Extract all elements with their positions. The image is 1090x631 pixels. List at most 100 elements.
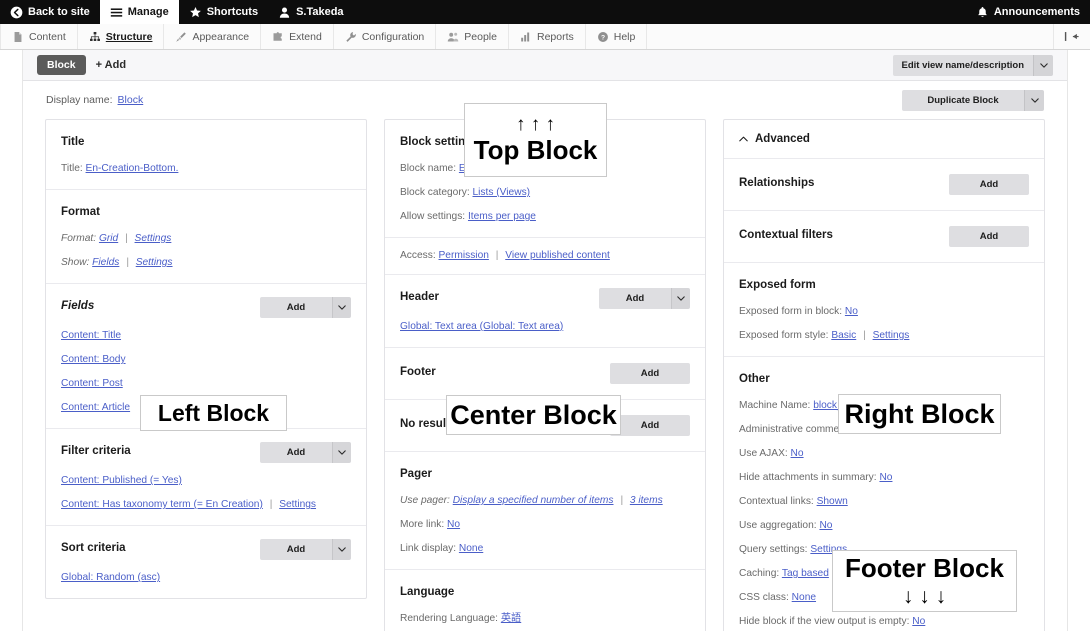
rendering-language-row: Rendering Language: 英語 xyxy=(400,612,690,625)
duplicate-block-button[interactable]: Duplicate Block xyxy=(902,89,1044,111)
filter-add-dropdown[interactable] xyxy=(332,442,351,463)
other-row-value[interactable]: No xyxy=(819,520,832,531)
admin-toolbar: Back to site Manage Shortcuts S.Takeda A… xyxy=(0,0,1090,24)
sort-add-button[interactable]: Add xyxy=(260,539,351,560)
add-display-button[interactable]: + Add xyxy=(96,59,126,71)
menu-item-appearance[interactable]: Appearance xyxy=(164,24,262,49)
menu-item-appearance-label: Appearance xyxy=(192,30,250,43)
field-item-link[interactable]: Content: Article xyxy=(61,402,130,413)
show-row-settings[interactable]: Settings xyxy=(136,257,173,268)
title-row-value[interactable]: En-Creation-Bottom. xyxy=(86,163,179,174)
duplicate-block-dropdown[interactable] xyxy=(1024,89,1044,111)
chevron-down-icon xyxy=(338,305,346,310)
sort-criteria-head: Sort criteria Add xyxy=(61,539,351,560)
menu-item-help[interactable]: ? Help xyxy=(586,24,648,49)
puzzle-icon xyxy=(272,31,284,43)
menu-item-extend[interactable]: Extend xyxy=(261,24,334,49)
footer-add-button[interactable]: Add xyxy=(610,363,690,384)
menu-item-reports-label: Reports xyxy=(536,30,574,43)
access-extra-link[interactable]: View published content xyxy=(505,250,610,261)
edit-view-name-button[interactable]: Edit view name/description xyxy=(892,54,1053,76)
menu-item-content-label: Content xyxy=(29,30,66,43)
other-row-value[interactable]: Shown xyxy=(817,496,848,507)
fields-add-label: Add xyxy=(260,297,332,318)
left-column: Title Title: En-Creation-Bottom. Format … xyxy=(45,119,367,599)
rendering-language-value[interactable]: 英語 xyxy=(501,613,521,624)
tab-block[interactable]: Block xyxy=(37,55,86,75)
menu-item-configuration[interactable]: Configuration xyxy=(334,24,437,49)
filter-criteria-section: Filter criteria Add Content: Published (… xyxy=(46,429,366,526)
annotation-top-arrows: ↑ ↑ ↑ xyxy=(515,114,556,136)
shortcuts-label: Shortcuts xyxy=(206,6,259,18)
relationships-add-button[interactable]: Add xyxy=(949,174,1029,195)
filter-add-label: Add xyxy=(260,442,332,463)
other-row-value[interactable]: Tag based xyxy=(782,568,829,579)
filter-add-button[interactable]: Add xyxy=(260,442,351,463)
bars-icon xyxy=(520,31,532,43)
other-row-value[interactable]: No xyxy=(791,448,804,459)
filter-item-link[interactable]: Content: Has taxonomy term (= En Creatio… xyxy=(61,499,263,510)
center-column: Block settings Block name: En-Creation-B… xyxy=(384,119,706,631)
link-display-row: Link display: None xyxy=(400,542,690,555)
other-row-value[interactable]: No xyxy=(912,616,925,627)
other-row-label: Caching: xyxy=(739,568,780,579)
relationships-section: Relationships Add xyxy=(724,159,1044,211)
display-name-value[interactable]: Block xyxy=(118,94,144,106)
more-link-value[interactable]: No xyxy=(447,519,460,530)
contextual-filters-add-button[interactable]: Add xyxy=(949,226,1029,247)
show-row-value[interactable]: Fields xyxy=(92,257,119,268)
use-pager-count[interactable]: 3 items xyxy=(630,495,663,506)
menu-item-people[interactable]: People xyxy=(436,24,509,49)
no-results-add-button[interactable]: Add xyxy=(610,415,690,436)
filter-item: Content: Published (= Yes) xyxy=(61,474,351,487)
advanced-toggle[interactable]: Advanced xyxy=(739,133,1029,145)
header-add-button[interactable]: Add xyxy=(599,288,690,309)
rendering-language-label: Rendering Language: xyxy=(400,613,498,624)
collapse-toolbar-button[interactable] xyxy=(1053,24,1090,49)
access-value[interactable]: Permission xyxy=(439,250,489,261)
exposed-form-style-settings[interactable]: Settings xyxy=(873,330,910,341)
menu-item-structure[interactable]: Structure xyxy=(78,24,165,49)
shortcuts-tab[interactable]: Shortcuts xyxy=(179,0,268,24)
contextual-filters-head: Contextual filters Add xyxy=(739,226,1029,247)
use-pager-value[interactable]: Display a specified number of items xyxy=(453,495,614,506)
format-row-value[interactable]: Grid xyxy=(99,233,118,244)
exposed-form-style-separator: | xyxy=(863,330,866,341)
user-account-tab[interactable]: S.Takeda xyxy=(268,0,354,24)
field-item-link[interactable]: Content: Post xyxy=(61,378,123,389)
exposed-form-in-block-value[interactable]: No xyxy=(845,306,858,317)
edit-view-name-dropdown[interactable] xyxy=(1033,54,1053,76)
sort-item-link[interactable]: Global: Random (asc) xyxy=(61,572,160,583)
field-item-link[interactable]: Content: Title xyxy=(61,330,121,341)
menu-item-reports[interactable]: Reports xyxy=(509,24,586,49)
block-category-value[interactable]: Lists (Views) xyxy=(473,187,531,198)
fields-add-dropdown[interactable] xyxy=(332,297,351,318)
header-add-dropdown[interactable] xyxy=(671,288,690,309)
header-item: Global: Text area (Global: Text area) xyxy=(400,320,690,333)
allow-settings-row: Allow settings: Items per page xyxy=(400,210,690,223)
announcements-button[interactable]: Announcements xyxy=(966,0,1090,24)
sort-add-dropdown[interactable] xyxy=(332,539,351,560)
filter-item-settings[interactable]: Settings xyxy=(279,499,316,510)
menu-item-content[interactable]: Content xyxy=(0,24,78,49)
annotation-footer-block: Footer Block ↓ ↓ ↓ xyxy=(832,550,1017,612)
header-item-link[interactable]: Global: Text area (Global: Text area) xyxy=(400,321,563,332)
title-row-label: Title: xyxy=(61,163,83,174)
link-display-value[interactable]: None xyxy=(459,543,483,554)
fields-add-button[interactable]: Add xyxy=(260,297,351,318)
allow-settings-value[interactable]: Items per page xyxy=(468,211,536,222)
exposed-form-style-value[interactable]: Basic xyxy=(831,330,856,341)
back-to-site-button[interactable]: Back to site xyxy=(0,0,100,24)
fields-section-head: Fields Add xyxy=(61,297,351,318)
title-section-heading: Title xyxy=(61,136,85,148)
access-section: Access: Permission | View published cont… xyxy=(385,238,705,275)
other-row-value[interactable]: None xyxy=(792,592,816,603)
field-item-link[interactable]: Content: Body xyxy=(61,354,126,365)
footer-section: Footer Add xyxy=(385,348,705,400)
filter-item-link[interactable]: Content: Published (= Yes) xyxy=(61,475,182,486)
format-row-settings[interactable]: Settings xyxy=(135,233,172,244)
format-section-heading: Format xyxy=(61,206,100,218)
other-row-label: Machine Name: xyxy=(739,400,811,411)
manage-tab[interactable]: Manage xyxy=(99,0,179,24)
other-row-value[interactable]: No xyxy=(879,472,892,483)
